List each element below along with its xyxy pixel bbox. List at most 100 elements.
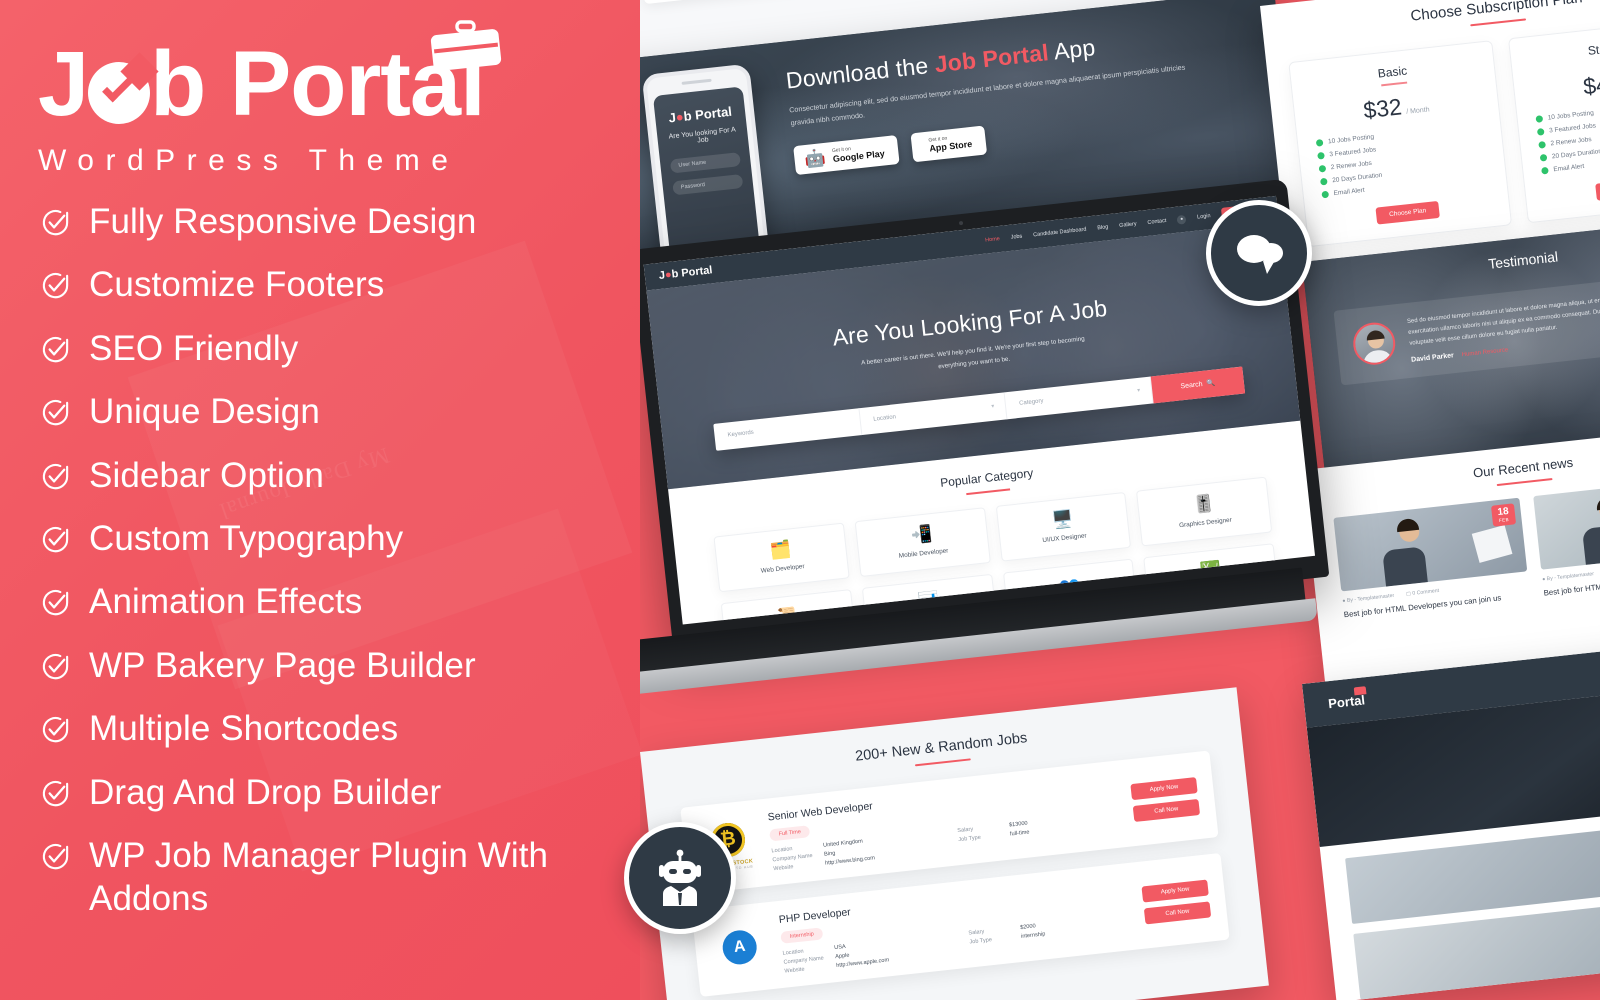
job-field-value: $13000 bbox=[1008, 820, 1028, 829]
login-link[interactable]: Login bbox=[1197, 213, 1211, 220]
chevron-down-icon: ▼ bbox=[990, 403, 996, 411]
site-nav-item-candidate-dashboard[interactable]: Candidate Dashboard bbox=[1033, 227, 1087, 239]
check-circle-logo-icon bbox=[88, 52, 159, 124]
site-nav-item-jobs[interactable]: Jobs bbox=[1010, 234, 1022, 241]
feature-label: Multiple Shortcodes bbox=[89, 709, 399, 749]
job-actions: Apply Now Call Now bbox=[1130, 776, 1201, 822]
plan-name: Standard bbox=[1587, 38, 1600, 58]
check-bullet-icon bbox=[1321, 190, 1330, 198]
check-circle-icon bbox=[42, 273, 69, 299]
job-listings-panel: 200+ New & Random Jobs ₿ BITCOINSTOCK YO… bbox=[640, 687, 1269, 1000]
check-circle-icon bbox=[42, 463, 69, 489]
job-details: Senior Web Developer Full Time Location U… bbox=[767, 774, 1122, 872]
subscription-plan-panel: Choose Subscription Plan Basic $32/ Mont… bbox=[1260, 0, 1600, 273]
call now-button[interactable]: Call Now bbox=[1143, 900, 1212, 924]
feature-item: SEO Friendly bbox=[40, 327, 620, 370]
feature-label: SEO Friendly bbox=[89, 328, 299, 368]
robot-icon bbox=[659, 849, 701, 906]
news-card[interactable]: 18FEB ● By - Templatemaster ▢ 0 Comment … bbox=[1333, 497, 1530, 621]
job-card-list: ₿ BITCOINSTOCK YOUR CRYPTO HUB Senior We… bbox=[646, 747, 1263, 1000]
feature-item: Drag And Drop Builder bbox=[40, 771, 620, 814]
check-bullet-icon bbox=[1538, 140, 1546, 149]
site-nav-item-contact[interactable]: Contact bbox=[1147, 218, 1167, 226]
android-icon: 🤖 bbox=[803, 147, 827, 169]
job-field-value: internship bbox=[1020, 931, 1046, 940]
choose-plan-button[interactable]: Choose Plan bbox=[1375, 200, 1440, 225]
news-card[interactable]: 18FEB ● By - Templatemaster ▢ 0 Comment … bbox=[1533, 475, 1600, 599]
check-circle-icon bbox=[42, 590, 69, 616]
speech-bubble-icon bbox=[1237, 235, 1283, 274]
feature-item: WP Bakery Page Builder bbox=[40, 644, 620, 687]
phone-password-field[interactable]: Password bbox=[672, 173, 744, 196]
check-bullet-icon bbox=[1535, 114, 1544, 123]
site-nav-item-gallery[interactable]: Gallery bbox=[1119, 221, 1137, 229]
site-nav-item-blog[interactable]: Blog bbox=[1097, 224, 1109, 231]
jobs-title-underline bbox=[914, 758, 971, 767]
site-nav-item-home[interactable]: Home bbox=[985, 236, 1000, 244]
feature-item: Sidebar Option bbox=[40, 454, 620, 497]
brand-logo: Jb Portal WordPress Theme bbox=[38, 20, 508, 178]
site-logo[interactable]: J●b Portal bbox=[658, 264, 713, 282]
feature-label: Custom Typography bbox=[89, 518, 404, 558]
check-circle-icon bbox=[42, 209, 69, 236]
robot-badge[interactable] bbox=[624, 822, 736, 934]
choose-plan-button[interactable]: Choose Plan bbox=[1594, 176, 1600, 201]
job-field-value: full-time bbox=[1009, 829, 1030, 838]
left-intro-panel: My Daily Journal Jb Portal WordPress The… bbox=[0, 0, 640, 1000]
process-step-card: 🔐 Create an Account Consectetur adipisci… bbox=[634, 0, 833, 5]
chat-badge[interactable] bbox=[1206, 200, 1312, 306]
feature-list: Fully Responsive Design Customize Footer… bbox=[40, 200, 620, 941]
feature-label: Animation Effects bbox=[89, 582, 363, 622]
category-card[interactable]: 🗂️ Web Developer bbox=[713, 522, 850, 592]
phone-logo: J●b Portal bbox=[667, 103, 733, 126]
user-icon: ● bbox=[1342, 598, 1346, 605]
briefcase-icon bbox=[430, 20, 502, 71]
news-comments: ▢ 0 Comment bbox=[1405, 587, 1440, 598]
check-bullet-icon bbox=[1318, 164, 1327, 173]
category-card[interactable]: 📲 Mobile Developer bbox=[854, 506, 991, 577]
job-actions: Apply Now Call Now bbox=[1141, 879, 1212, 924]
phone-screen: J●b Portal Are You looking For A Job Use… bbox=[652, 86, 760, 256]
plan-feature-list: 10 Jobs Posting 3 Featured Jobs 2 Renew Jo… bbox=[1310, 121, 1494, 199]
check-circle-icon bbox=[42, 336, 69, 363]
job-field-value: Apple bbox=[834, 952, 850, 961]
check-bullet-icon bbox=[1536, 127, 1545, 136]
plan-period: / Month bbox=[1405, 105, 1430, 116]
feature-item: Multiple Shortcodes bbox=[40, 707, 620, 750]
search-location-select[interactable]: Location ▼ bbox=[859, 391, 1008, 435]
feature-item: Customize Footers bbox=[40, 263, 620, 306]
plan-card: Standard $42/ Month 10 Jobs Posting3 Fea… bbox=[1507, 16, 1600, 223]
search-button[interactable]: Search 🔍 bbox=[1150, 366, 1246, 403]
check-bullet-icon bbox=[1317, 151, 1325, 160]
company-logo-name bbox=[714, 965, 770, 971]
brand-logo-j: J bbox=[38, 33, 89, 135]
phone-username-field[interactable]: User Name bbox=[669, 152, 741, 174]
testimonial-role: Human Resource bbox=[1461, 347, 1509, 359]
job-field-value: Bing bbox=[823, 850, 836, 858]
laptop-camera bbox=[958, 220, 964, 226]
call now-button[interactable]: Call Now bbox=[1132, 798, 1201, 822]
chevron-down-icon: ▼ bbox=[1135, 387, 1142, 395]
category-card[interactable]: 🖥️ UI/UX Designer bbox=[995, 491, 1132, 562]
feature-label: WP Bakery Page Builder bbox=[89, 645, 476, 685]
search-keyword-input[interactable]: Keywords bbox=[713, 407, 862, 451]
category-card[interactable]: 🎚️ Graphics Designer bbox=[1136, 476, 1273, 547]
apply now-button[interactable]: Apply Now bbox=[1130, 776, 1198, 800]
laptop-mockup: J●b Portal Home Jobs Candidate Dashboard Bl… bbox=[616, 178, 1330, 720]
apply now-button[interactable]: Apply Now bbox=[1141, 879, 1209, 903]
news-thumbnail: 18FEB bbox=[1333, 497, 1528, 592]
job-field-value: $2000 bbox=[1019, 923, 1037, 931]
job-type-tag: Full Time bbox=[769, 825, 811, 842]
feature-label: WP Job Manager Plugin With Addons bbox=[89, 835, 549, 919]
testimonial-avatar bbox=[1351, 320, 1398, 368]
check-bullet-icon bbox=[1315, 138, 1324, 147]
user-account-icon[interactable]: ● bbox=[1176, 214, 1187, 225]
check-bullet-icon bbox=[1541, 166, 1549, 175]
gallery-footer-panel: Portal bbox=[1302, 636, 1600, 1000]
news-date-badge: 18 FEB bbox=[1490, 503, 1517, 527]
check-circle-icon bbox=[42, 780, 69, 806]
search-category-select[interactable]: Category ▼ bbox=[1004, 376, 1154, 419]
job-field-grid: Location United Kingdom Salary $13000 Compan… bbox=[771, 811, 1122, 873]
panel-footer-logo: Portal bbox=[1327, 685, 1367, 711]
feature-label: Customize Footers bbox=[89, 265, 385, 305]
